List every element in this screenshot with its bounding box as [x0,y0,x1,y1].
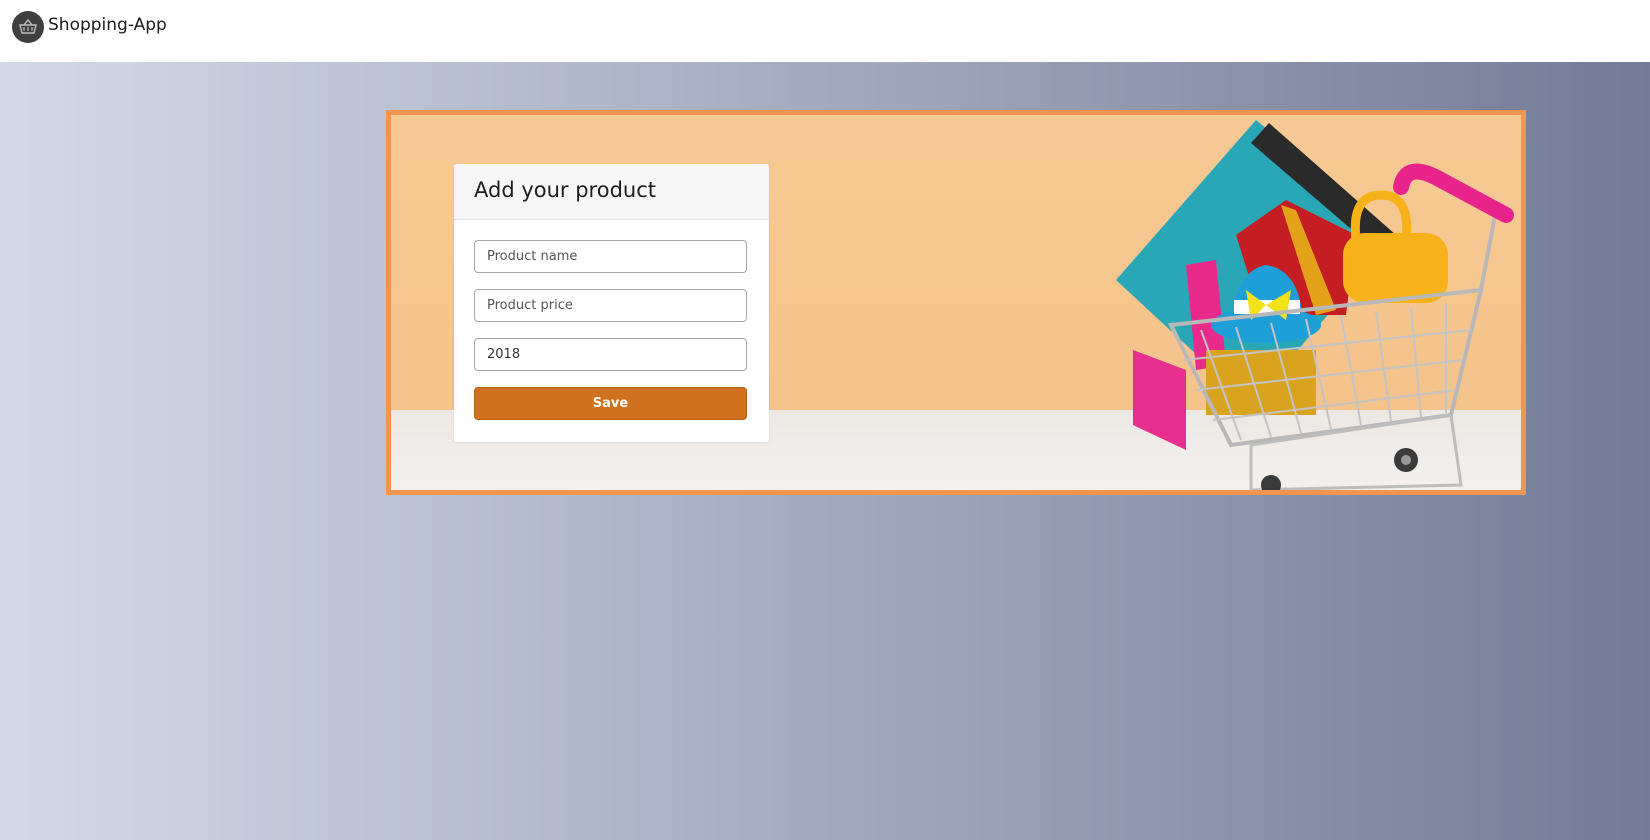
save-button[interactable]: Save [474,387,747,420]
shopping-cart-image [1116,120,1514,490]
brand-link[interactable]: Shopping-App [12,11,167,43]
top-navbar: Shopping-App [0,0,1650,62]
form-title: Add your product [474,178,656,202]
card-header: Add your product [454,164,769,220]
add-product-card: Add your product Save [454,164,769,442]
product-name-input[interactable] [474,240,747,273]
product-price-input[interactable] [474,289,747,322]
brand-name: Shopping-App [48,14,167,35]
year-input[interactable] [474,338,747,371]
card-body: Save [454,220,769,420]
basket-icon [12,11,44,43]
